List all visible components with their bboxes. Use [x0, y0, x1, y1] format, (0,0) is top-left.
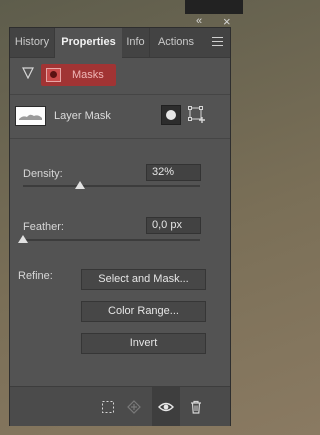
pixel-mask-icon[interactable] [161, 105, 181, 125]
masks-section-header: Masks [10, 57, 230, 95]
feather-label: Feather: [23, 221, 64, 233]
panel-menu-icon[interactable] [212, 37, 223, 46]
masks-badge[interactable]: Masks [41, 64, 116, 86]
collapse-triangle-icon[interactable] [22, 67, 34, 79]
trash-icon[interactable] [188, 399, 204, 415]
tab-history[interactable]: History [10, 28, 55, 57]
feather-slider[interactable] [23, 239, 200, 241]
tab-actions[interactable]: Actions [150, 28, 202, 57]
vector-mask-icon[interactable] [187, 105, 207, 125]
invert-button[interactable]: Invert [81, 333, 206, 354]
canvas-dark-strip [185, 0, 243, 14]
layer-mask-row: Layer Mask [10, 95, 230, 139]
panel-bottom-bar [10, 386, 230, 426]
mask-icon [46, 68, 61, 82]
panel-tab-bar: History Properties Info Actions [10, 28, 230, 58]
load-selection-icon[interactable] [100, 399, 116, 415]
feather-slider-thumb[interactable] [18, 235, 28, 243]
tab-properties[interactable]: Properties [55, 28, 122, 58]
layer-mask-label: Layer Mask [54, 110, 111, 122]
refine-label: Refine: [18, 270, 53, 282]
density-field[interactable]: 32% [146, 164, 201, 181]
collapse-icon[interactable]: « [196, 15, 202, 27]
masks-label: Masks [72, 69, 104, 81]
density-slider[interactable] [23, 185, 200, 187]
select-and-mask-button[interactable]: Select and Mask... [81, 269, 206, 290]
feather-field[interactable]: 0,0 px [146, 217, 201, 234]
density-slider-thumb[interactable] [74, 181, 85, 189]
visibility-eye-icon[interactable] [158, 399, 174, 415]
color-range-button[interactable]: Color Range... [81, 301, 206, 322]
layer-mask-thumbnail [15, 106, 46, 126]
apply-mask-icon[interactable] [126, 399, 142, 415]
properties-panel: History Properties Info Actions Masks La… [9, 27, 231, 426]
density-label: Density: [23, 168, 63, 180]
tab-info[interactable]: Info [122, 28, 150, 57]
